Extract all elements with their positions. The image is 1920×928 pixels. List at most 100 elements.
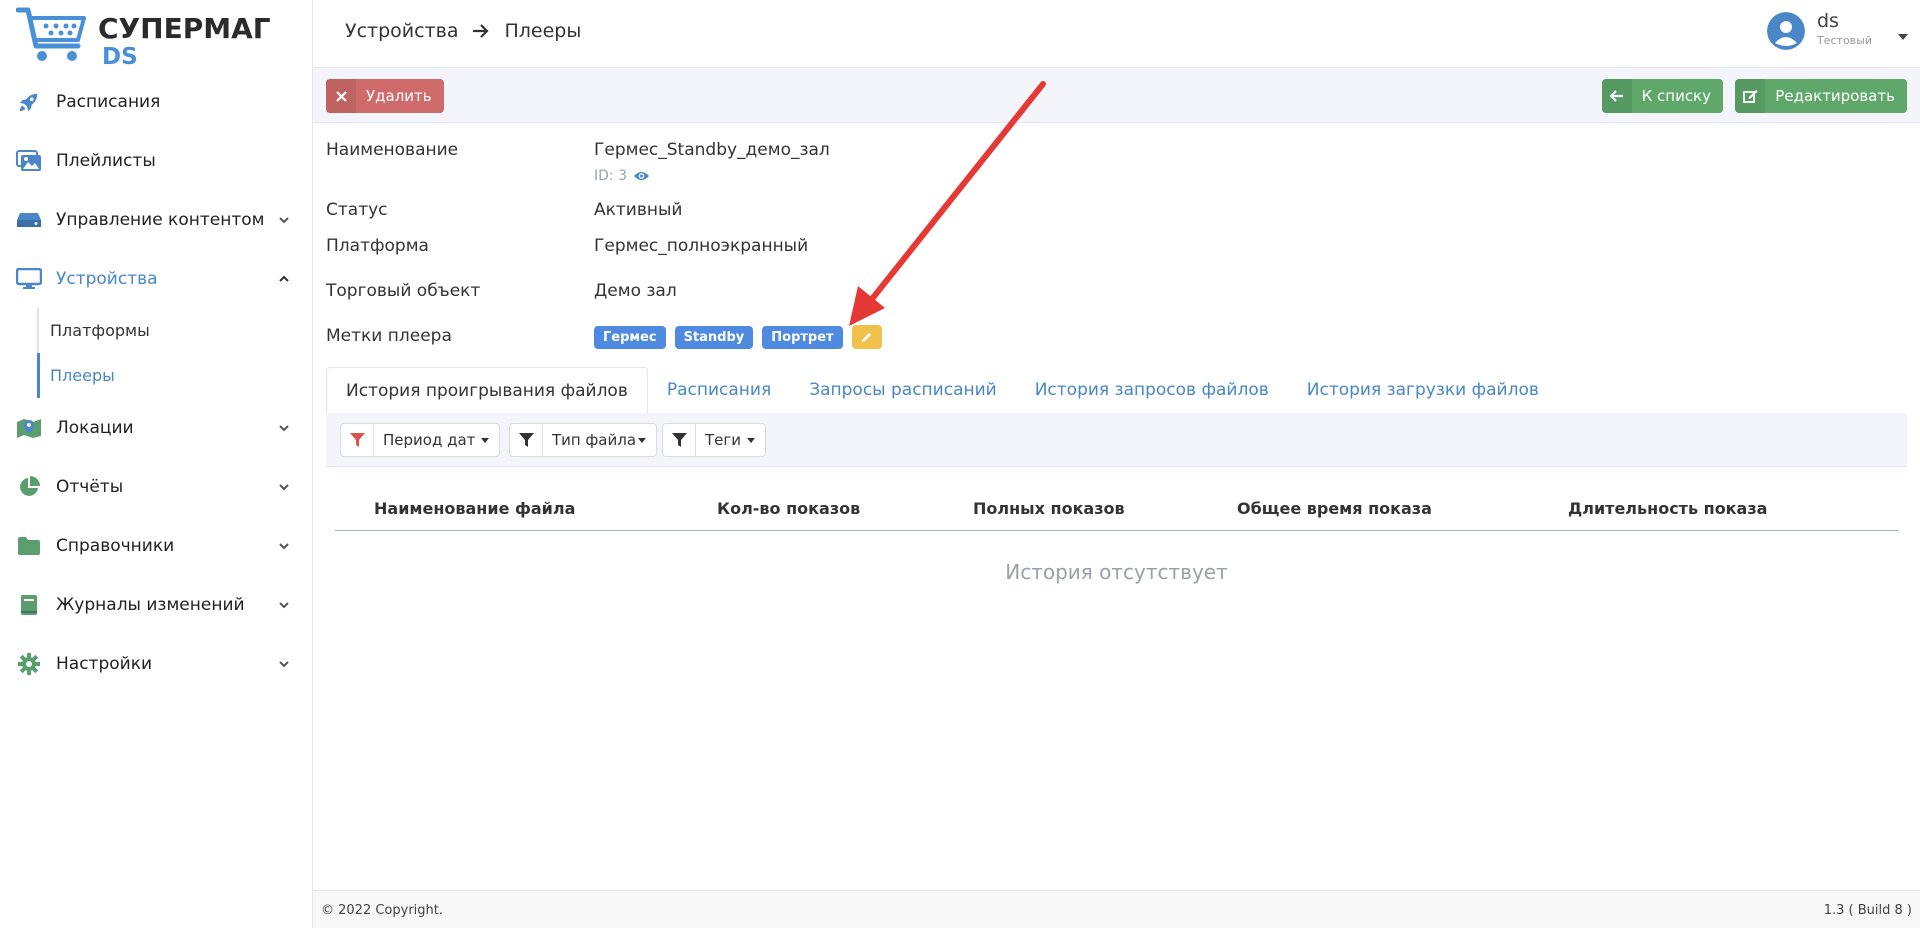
chevron-down-icon[interactable] <box>277 657 291 671</box>
filter-panel: Период дат Тип файла Теги <box>326 413 1907 467</box>
edit-button-label: Редактировать <box>1775 87 1895 105</box>
copyright-text: © 2022 Copyright. <box>321 903 444 918</box>
sidebar-item-label: Отчёты <box>56 476 124 497</box>
column-header[interactable]: Наименование файла <box>374 499 575 518</box>
detail-label: Платформа <box>326 236 429 256</box>
edit-tags-button[interactable] <box>851 325 882 349</box>
logo[interactable]: СУПЕРМАГ DS <box>16 6 276 70</box>
sidebar-nav: Расписания Плейлисты Управление контенто… <box>0 72 313 693</box>
delete-button[interactable]: Удалить <box>326 79 444 113</box>
detail-value-status: Активный <box>594 200 683 220</box>
sidebar-item-label: Журналы изменений <box>56 594 245 615</box>
column-header[interactable]: Кол-во показов <box>717 499 860 518</box>
user-name: ds <box>1817 10 1839 32</box>
sidebar-item-playlists[interactable]: Плейлисты <box>0 131 313 190</box>
action-toolbar: Удалить К списку Редактировать <box>313 68 1920 123</box>
arrow-right-icon <box>473 24 490 38</box>
detail-value-store: Демо зал <box>594 281 677 301</box>
edit-button[interactable]: Редактировать <box>1735 79 1907 113</box>
filter-icon <box>341 424 374 456</box>
avatar-icon <box>1767 12 1805 50</box>
sidebar-item-schedules[interactable]: Расписания <box>0 72 313 131</box>
sidebar-item-content[interactable]: Управление контентом <box>0 190 313 249</box>
sidebar-item-reports[interactable]: Отчёты <box>0 457 313 516</box>
sidebar: СУПЕРМАГ DS Расписания Плейлисты Управле… <box>0 0 313 928</box>
column-header[interactable]: Полных показов <box>973 499 1125 518</box>
empty-state-text: История отсутствует <box>1005 560 1228 584</box>
tab-file-download-history[interactable]: История загрузки файлов <box>1288 367 1558 413</box>
breadcrumb: Устройства Плееры <box>345 20 581 42</box>
cart-logo-icon <box>16 7 86 61</box>
detail-label: Торговый объект <box>326 281 481 301</box>
breadcrumb-devices[interactable]: Устройства <box>345 20 458 42</box>
arrow-left-icon <box>1601 79 1632 113</box>
sidebar-item-locations[interactable]: Локации <box>0 398 313 457</box>
sidebar-subitem-platforms[interactable]: Платформы <box>39 308 313 353</box>
sidebar-item-label: Локации <box>56 417 134 438</box>
chevron-down-icon[interactable] <box>277 480 291 494</box>
eye-icon[interactable] <box>633 170 650 182</box>
filter-icon <box>663 424 696 456</box>
tab-schedules[interactable]: Расписания <box>648 367 790 413</box>
detail-label: Статус <box>326 200 388 220</box>
detail-value-platform: Гермес_полноэкранный <box>594 236 809 256</box>
chevron-down-icon[interactable] <box>277 539 291 553</box>
edit-icon <box>1735 79 1766 113</box>
chevron-down-icon[interactable] <box>277 598 291 612</box>
tag-badge: Гермес <box>594 325 666 349</box>
filter-icon <box>510 424 543 456</box>
sidebar-item-label: Справочники <box>56 535 175 556</box>
sidebar-item-settings[interactable]: Настройки <box>0 634 313 693</box>
player-id: ID: 3 <box>594 168 650 184</box>
tags-filter-button[interactable]: Теги <box>662 423 767 457</box>
close-icon <box>326 79 356 113</box>
version-text: 1.3 ( Build 8 ) <box>1823 903 1912 918</box>
sidebar-item-devices[interactable]: Устройства <box>0 249 313 308</box>
detail-label: Метки плеера <box>326 326 452 346</box>
pencil-icon <box>862 332 872 342</box>
pie-chart-icon <box>16 474 42 500</box>
map-icon <box>16 415 42 441</box>
chevron-down-icon[interactable] <box>277 421 291 435</box>
user-role: Тестовый <box>1817 34 1872 47</box>
tab-file-request-history[interactable]: История запросов файлов <box>1016 367 1288 413</box>
caret-down-icon <box>481 437 490 443</box>
file-type-filter-button[interactable]: Тип файла <box>509 423 658 457</box>
caret-down-icon[interactable] <box>1898 34 1908 40</box>
sidebar-item-label: Настройки <box>56 653 153 674</box>
gear-icon <box>16 651 42 677</box>
delete-button-label: Удалить <box>366 87 432 105</box>
sidebar-item-changelogs[interactable]: Журналы изменений <box>0 575 313 634</box>
column-header[interactable]: Общее время показа <box>1237 499 1432 518</box>
folder-icon <box>16 533 42 559</box>
book-icon <box>16 592 42 618</box>
sidebar-item-label: Управление контентом <box>56 209 265 230</box>
tab-schedule-requests[interactable]: Запросы расписаний <box>790 367 1016 413</box>
player-tags: Гермес Standby Портрет <box>594 325 882 349</box>
caret-down-icon <box>638 437 647 443</box>
column-header[interactable]: Длительность показа <box>1568 499 1767 518</box>
sidebar-item-label: Плейлисты <box>56 150 156 171</box>
top-header: Устройства Плееры ds Тестовый <box>313 0 1920 68</box>
breadcrumb-players: Плееры <box>504 20 582 42</box>
user-menu[interactable]: ds Тестовый <box>1767 10 1908 50</box>
detail-value-name: Гермес_Standby_демо_зал <box>594 140 830 160</box>
sidebar-subitem-players[interactable]: Плееры <box>37 353 313 398</box>
back-to-list-button[interactable]: К списку <box>1601 79 1723 113</box>
chevron-up-icon[interactable] <box>277 272 291 286</box>
sidebar-submenu-devices: Платформы Плееры <box>37 308 313 398</box>
rocket-icon <box>16 89 42 115</box>
player-id-text: ID: 3 <box>594 168 627 184</box>
period-filter-button[interactable]: Период дат <box>340 423 501 457</box>
back-to-list-label: К списку <box>1641 87 1711 105</box>
caret-down-icon <box>747 437 756 443</box>
tag-badge: Портрет <box>762 325 843 349</box>
chevron-down-icon[interactable] <box>277 213 291 227</box>
monitor-icon <box>16 266 42 292</box>
hdd-icon <box>16 207 42 233</box>
detail-label: Наименование <box>326 140 459 160</box>
sidebar-item-references[interactable]: Справочники <box>0 516 313 575</box>
tab-playback-history[interactable]: История проигрывания файлов <box>326 367 648 413</box>
images-icon <box>16 148 42 174</box>
logo-subtitle: DS <box>102 44 138 70</box>
